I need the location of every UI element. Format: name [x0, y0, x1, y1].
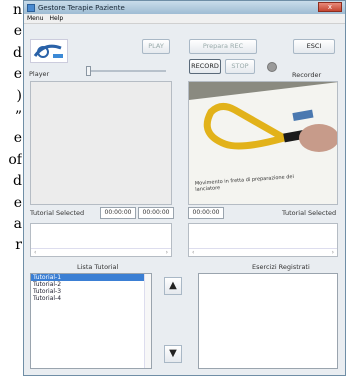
record-button[interactable]: RECORD	[189, 59, 221, 74]
menu-bar: Menu Help	[24, 14, 345, 24]
scrollbar-track[interactable]: ‹ ›	[31, 248, 171, 256]
logo-icon	[33, 44, 63, 58]
app-icon	[27, 3, 35, 12]
app-window: Gestore Terapie Paziente x Menu Help Pla…	[23, 0, 346, 376]
esercizi-list[interactable]	[198, 273, 338, 369]
bg-line: )	[16, 87, 22, 104]
esci-button[interactable]: ESCI	[293, 39, 335, 54]
client-area: Player PLAY Prepara REC ESCI RECORD STOP…	[24, 25, 345, 375]
scroll-right-icon[interactable]: ›	[166, 249, 168, 256]
time-field-3: 00:00:00	[188, 207, 224, 219]
list-item[interactable]: Tutorial-3	[31, 288, 151, 295]
slider-track	[86, 70, 166, 72]
stop-button[interactable]: STOP	[225, 59, 255, 74]
play-button[interactable]: PLAY	[142, 39, 170, 54]
time-field-2: 00:00:00	[138, 207, 174, 219]
title-bar: Gestore Terapie Paziente x	[24, 1, 345, 14]
bg-line: e	[13, 130, 22, 147]
window-title: Gestore Terapie Paziente	[38, 3, 125, 12]
bg-line: ”	[14, 108, 22, 125]
tutorial-selected-left-label: Tutorial Selected	[30, 209, 85, 217]
player-timeline-scroll[interactable]: ‹ ›	[30, 223, 172, 257]
slider-thumb[interactable]	[86, 66, 91, 76]
player-label: Player	[29, 70, 50, 78]
menu-item-menu[interactable]: Menu	[27, 15, 43, 22]
list-item[interactable]: Tutorial-4	[31, 295, 151, 302]
esercizi-registrati-label: Esercizi Registrati	[252, 263, 310, 271]
bg-line: r	[15, 237, 22, 254]
bg-line: d	[13, 44, 22, 61]
scroll-left-icon[interactable]: ‹	[34, 249, 36, 256]
recorder-timeline-scroll[interactable]: ‹ ›	[188, 223, 338, 257]
lista-tutorial-label: Lista Tutorial	[77, 263, 119, 271]
scroll-right-icon[interactable]: ›	[332, 249, 334, 256]
list-scrollbar[interactable]	[144, 274, 151, 368]
recorder-video-area: Movimento in fretta di preparazione dei …	[188, 81, 338, 205]
bg-line: e	[13, 66, 22, 83]
player-slider[interactable]	[86, 66, 166, 76]
record-indicator	[267, 62, 277, 72]
list-item[interactable]: Tutorial-2	[31, 281, 151, 288]
bg-line: n	[12, 2, 22, 18]
menu-item-help[interactable]: Help	[49, 15, 63, 22]
bg-line: of	[8, 151, 22, 168]
bg-line: e	[13, 194, 22, 211]
time-field-1: 00:00:00	[100, 207, 136, 219]
prepara-rec-button[interactable]: Prepara REC	[189, 39, 257, 54]
tutorial-selected-right-label: Tutorial Selected	[282, 209, 337, 217]
bg-line: a	[13, 215, 22, 232]
player-video-area	[30, 81, 172, 205]
close-button[interactable]: x	[318, 2, 342, 12]
bg-line: e	[13, 23, 22, 40]
list-item[interactable]: Tutorial-1	[31, 274, 151, 281]
scrollbar-track[interactable]: ‹ ›	[189, 248, 337, 256]
move-down-button[interactable]: ▼	[164, 345, 182, 363]
scroll-left-icon[interactable]: ‹	[192, 249, 194, 256]
background-text-column: n e d e ) ” e of d e a r	[0, 0, 22, 376]
bg-line: d	[13, 173, 22, 190]
move-up-button[interactable]: ▲	[164, 277, 182, 295]
logo	[30, 39, 68, 63]
tutorial-list[interactable]: Tutorial-1 Tutorial-2 Tutorial-3 Tutoria…	[30, 273, 152, 369]
recorder-label: Recorder	[292, 71, 322, 79]
